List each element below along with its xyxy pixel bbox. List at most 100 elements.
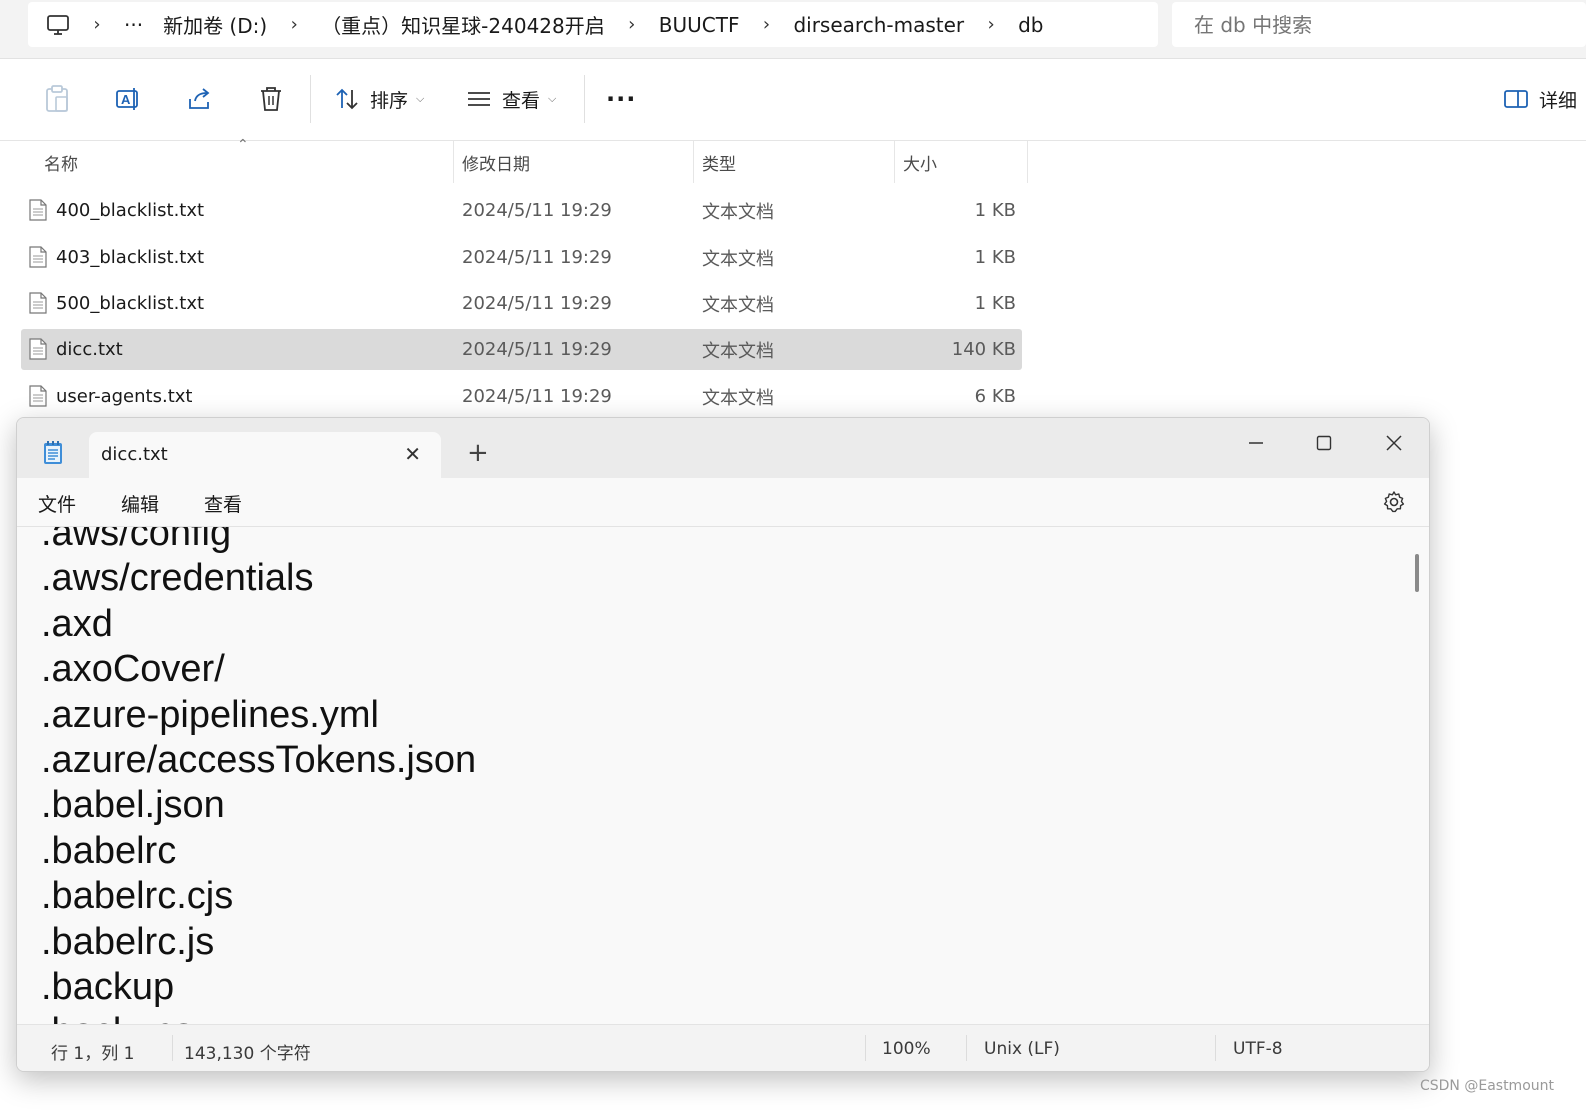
more-icon: ··· [606,85,637,113]
column-name-label: 名称 [44,154,78,175]
cursor-position: 行 1，列 1 [51,1044,135,1064]
view-label: 查看 [502,89,541,112]
svg-text:A: A [121,92,131,107]
text-file-icon [29,385,47,407]
sort-icon [336,88,358,110]
notepad-window: dicc.txt ✕ + 文件 编辑 查看 .aws/config .aws/c… [16,417,1430,1072]
column-header-date[interactable]: 修改日期 [462,141,530,183]
file-row[interactable]: user-agents.txt 2024/5/11 19:29 文本文档 6 K… [21,376,1022,417]
text-file-icon [29,292,47,314]
toolbar-divider [584,75,585,123]
file-row-selected[interactable]: dicc.txt 2024/5/11 19:29 文本文档 140 KB [21,329,1022,370]
status-divider [865,1035,866,1061]
notepad-app-icon [42,440,64,470]
chevron-right-icon[interactable]: › [88,14,106,35]
text-file-icon [29,199,47,221]
status-divider [172,1035,173,1061]
editor-line: .azure-pipelines.yml [41,693,379,736]
file-row[interactable]: 403_blacklist.txt 2024/5/11 19:29 文本文档 1… [21,237,1022,278]
watermark: CSDN @Eastmount [1419,1078,1554,1094]
maximize-button[interactable] [1294,424,1354,462]
details-pane-icon [1504,90,1528,108]
column-divider[interactable] [453,141,454,183]
column-header-type[interactable]: 类型 [702,141,736,183]
column-size-label: 大小 [903,154,937,175]
new-tab-button[interactable]: + [467,440,489,466]
chevron-right-icon[interactable]: › [757,14,775,35]
file-size: 6 KB [974,386,1016,407]
sort-ascending-icon: ⌃ [237,137,249,153]
breadcrumb-knowledge-planet[interactable]: （重点）知识星球-240428开启 [321,10,605,39]
text-editor-area[interactable]: .aws/config .aws/credentials .axd .axoCo… [17,527,1429,1024]
file-size: 1 KB [974,247,1016,268]
close-window-button[interactable] [1364,424,1424,462]
breadcrumb-drive[interactable]: 新加卷 (D:) [163,10,267,39]
computer-icon[interactable] [46,14,70,36]
file-row[interactable]: 400_blacklist.txt 2024/5/11 19:29 文本文档 1… [21,190,1022,231]
paste-button[interactable] [44,81,70,117]
editor-line: .babelrc [41,829,177,872]
minimize-button[interactable] [1226,424,1286,462]
file-name: dicc.txt [56,339,123,360]
zoom-level[interactable]: 100% [882,1039,931,1059]
delete-button[interactable] [258,81,284,117]
search-box[interactable] [1172,2,1586,47]
status-bar: 行 1，列 1 143,130 个字符 100% Unix (LF) UTF-8 [17,1024,1429,1071]
column-divider[interactable] [894,141,895,183]
line-ending[interactable]: Unix (LF) [984,1039,1060,1059]
file-name: user-agents.txt [56,386,193,407]
tab-dicc[interactable]: dicc.txt ✕ [89,432,441,478]
file-name: 400_blacklist.txt [56,200,205,221]
editor-line: .babelrc.js [41,920,215,963]
character-count: 143,130 个字符 [184,1044,311,1064]
breadcrumb-dirsearch-master[interactable]: dirsearch-master [793,13,964,37]
encoding[interactable]: UTF-8 [1233,1039,1283,1059]
file-size: 1 KB [974,293,1016,314]
text-file-icon [29,338,47,360]
notepad-titlebar[interactable]: dicc.txt ✕ + [17,418,1429,478]
details-label: 详细 [1539,89,1578,112]
vertical-scrollbar-thumb[interactable] [1415,554,1419,592]
share-button[interactable] [186,81,214,117]
sort-button[interactable]: 排序 ⌵ [334,81,424,117]
search-input[interactable] [1192,11,1576,38]
trash-icon [261,87,281,111]
file-row[interactable]: 500_blacklist.txt 2024/5/11 19:29 文本文档 1… [21,283,1022,324]
breadcrumb-overflow[interactable]: ··· [124,13,143,37]
column-type-label: 类型 [702,154,736,175]
text-file-icon [29,246,47,268]
menu-view[interactable]: 查看 [204,490,242,517]
breadcrumb-db[interactable]: db [1018,13,1043,37]
minimize-icon [1249,442,1263,444]
details-pane-button[interactable]: 详细 [1503,81,1577,117]
address-bar[interactable]: › ··· 新加卷 (D:) › （重点）知识星球-240428开启 › BUU… [28,2,1158,47]
editor-line: .aws/config [41,527,232,554]
settings-icon[interactable] [1382,490,1406,518]
breadcrumb-buuctf[interactable]: BUUCTF [659,13,740,37]
close-tab-icon[interactable]: ✕ [404,442,421,466]
file-date: 2024/5/11 19:29 [462,339,612,360]
editor-line: .aws/credentials [41,557,314,600]
more-options-button[interactable]: ··· [606,81,636,117]
chevron-right-icon[interactable]: › [623,14,641,35]
chevron-right-icon[interactable]: › [285,14,303,35]
column-date-label: 修改日期 [462,154,530,175]
column-header-name[interactable]: 名称 [44,141,78,183]
command-bar: A 排序 ⌵ 查看 ⌵ ··· 详细 [0,59,1586,141]
rename-button[interactable]: A [114,81,142,117]
column-header-size[interactable]: 大小 [903,141,937,183]
column-divider[interactable] [693,141,694,183]
editor-line: .axoCover/ [41,648,225,691]
menu-file[interactable]: 文件 [38,490,76,517]
file-type: 文本文档 [702,201,774,223]
view-button[interactable]: 查看 ⌵ [466,81,556,117]
file-type: 文本文档 [702,248,774,270]
file-type: 文本文档 [702,340,774,362]
file-date: 2024/5/11 19:29 [462,200,612,221]
menu-edit[interactable]: 编辑 [121,490,159,517]
column-divider[interactable] [1027,141,1028,183]
chevron-right-icon[interactable]: › [982,14,1000,35]
editor-line: .backups [41,1010,476,1024]
clipboard-icon [46,85,68,112]
file-date: 2024/5/11 19:29 [462,386,612,407]
